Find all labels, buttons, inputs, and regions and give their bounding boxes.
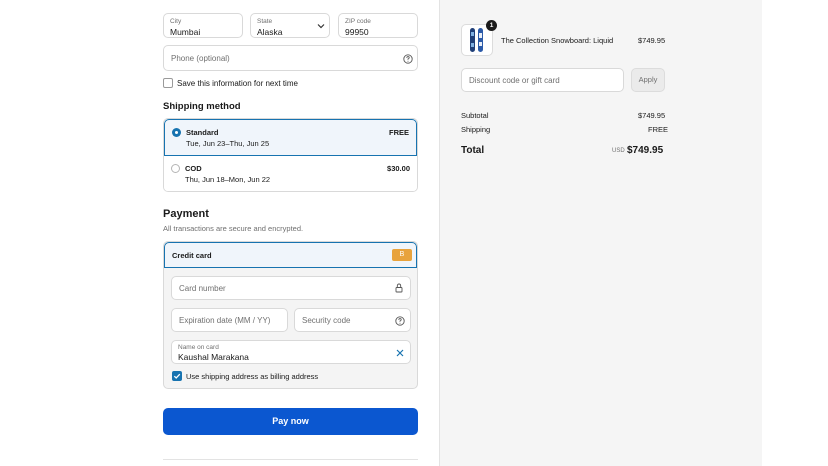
shipping-option-name: COD [185,164,202,173]
shipping-option-price: $30.00 [387,164,410,173]
name-on-card-value: Kaushal Marakana [178,352,249,362]
shipping-method-heading: Shipping method [163,101,241,112]
save-info-label: Save this information for next time [177,79,298,88]
subtotal-value: $749.95 [638,111,666,120]
payment-box: Credit card B Card number Expiration dat… [163,241,418,389]
state-select[interactable]: State Alaska [250,13,330,38]
shipping-option-dates: Tue, Jun 23–Thu, Jun 25 [186,139,270,148]
card-brand-badge: B [392,249,412,261]
payment-subheading: All transactions are secure and encrypte… [163,224,304,233]
discount-code-field[interactable]: Discount code or gift card [461,68,624,92]
name-on-card-field[interactable]: Name on card Kaushal Marakana [171,340,411,364]
shipping-option-dates: Thu, Jun 18–Mon, Jun 22 [185,175,271,184]
city-field[interactable]: City Mumbai [163,13,243,38]
state-value: Alaska [257,27,283,37]
zip-label: ZIP code [345,18,371,25]
product-thumbnail: 1 [461,20,497,56]
subtotal-label: Subtotal [461,111,489,120]
footer-divider [163,459,418,460]
clear-x-icon[interactable] [396,349,404,357]
product-name: The Collection Snowboard: Liquid [501,36,614,45]
credit-card-option[interactable]: Credit card B [164,242,417,268]
help-circle-icon[interactable] [403,54,413,64]
card-number-field[interactable]: Card number [171,276,411,300]
save-info-checkbox[interactable] [163,78,173,88]
phone-placeholder: Phone (optional) [171,54,230,63]
shipping-option-name: Standard [186,128,219,137]
city-label: City [170,18,182,25]
credit-card-label: Credit card [172,251,212,260]
lock-icon [395,283,403,293]
shipping-option-cod[interactable]: COD Thu, Jun 18–Mon, Jun 22 $30.00 [164,156,417,191]
billing-same-checkbox[interactable] [172,371,182,381]
order-summary: 1 The Collection Snowboard: Liquid $749.… [439,0,762,466]
checkmark-icon [173,373,181,379]
city-value: Mumbai [170,27,201,37]
shipping-value: FREE [648,125,669,134]
quantity-badge: 1 [486,20,497,31]
state-label: State [257,18,273,25]
radio-selected[interactable] [172,128,181,137]
total-value: $749.95 [627,145,664,156]
help-circle-icon[interactable] [395,316,405,326]
expiry-placeholder: Expiration date (MM / YY) [179,316,271,325]
shipping-options: Standard Tue, Jun 23–Thu, Jun 25 FREE CO… [163,118,418,192]
zip-field[interactable]: ZIP code 99950 [338,13,418,38]
zip-value: 99950 [345,27,369,37]
card-number-placeholder: Card number [179,284,226,293]
discount-code-placeholder: Discount code or gift card [469,76,560,85]
total-label: Total [461,145,485,156]
expiry-field[interactable]: Expiration date (MM / YY) [171,308,288,332]
currency-code: USD [612,148,625,154]
radio-unselected[interactable] [171,164,180,173]
name-on-card-label: Name on card [178,344,219,351]
security-code-placeholder: Security code [302,316,351,325]
shipping-option-price: FREE [388,128,409,137]
product-price: $749.95 [638,36,666,45]
chevron-down-icon [317,24,325,29]
shipping-option-standard[interactable]: Standard Tue, Jun 23–Thu, Jun 25 FREE [164,119,417,156]
shipping-label: Shipping [461,125,491,134]
checkout-form: City Mumbai State Alaska ZIP code 99950 … [79,0,439,466]
billing-same-label: Use shipping address as billing address [186,372,319,381]
pay-now-button[interactable]: Pay now [163,408,418,435]
security-code-field[interactable]: Security code [294,308,411,332]
apply-button[interactable]: Apply [631,68,665,92]
phone-field[interactable]: Phone (optional) [163,45,418,71]
payment-heading: Payment [163,208,209,220]
